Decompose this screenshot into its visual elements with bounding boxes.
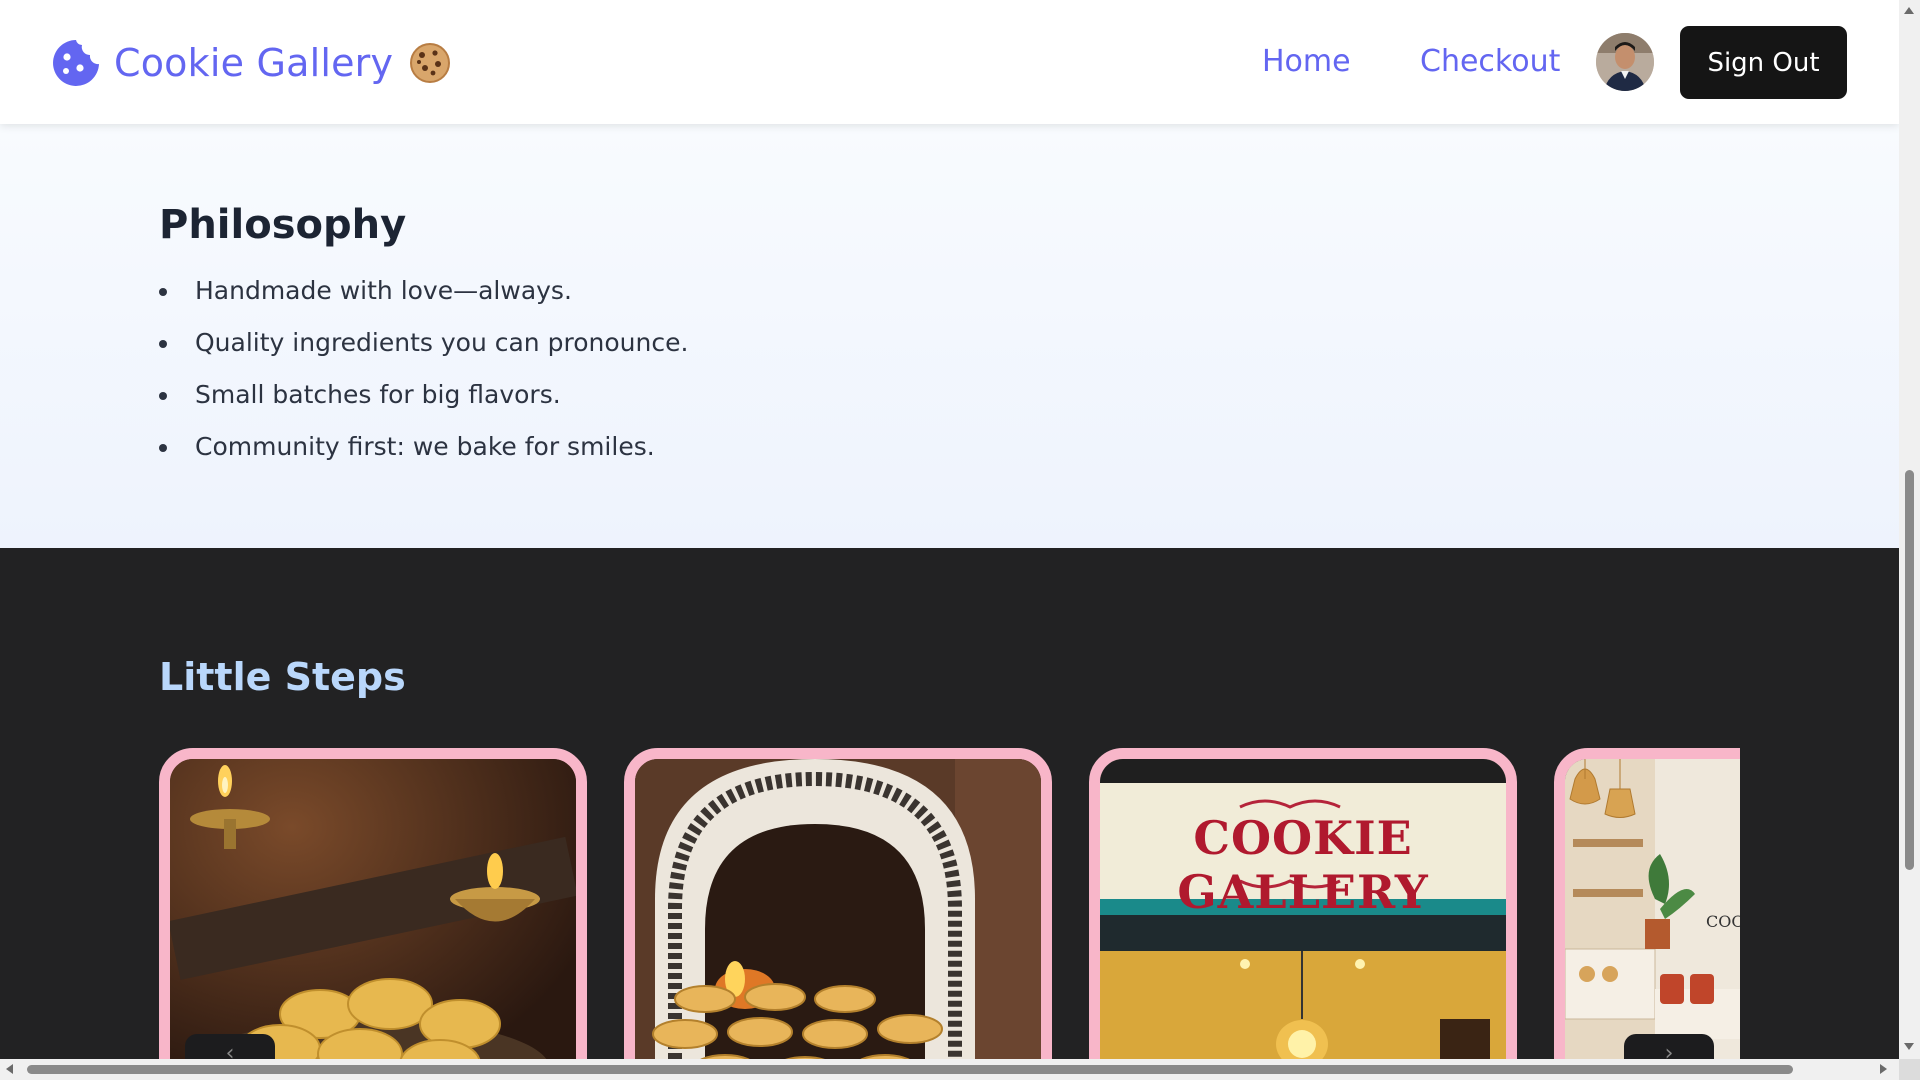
list-item-text: Quality ingredients you can pronounce. xyxy=(195,328,689,357)
list-item: Quality ingredients you can pronounce. xyxy=(159,328,688,380)
horizontal-scrollbar[interactable] xyxy=(0,1059,1899,1080)
storefront-sign-text: COOKIE GALLERY xyxy=(1177,811,1429,919)
list-item: Handmade with love—always. xyxy=(159,276,688,328)
step-card-bakery-interior[interactable]: COO xyxy=(1554,748,1740,1059)
scroll-up-arrow-icon[interactable] xyxy=(1904,7,1914,14)
list-item-text: Small batches for big flavors. xyxy=(195,380,561,409)
bakery-interior-image xyxy=(1565,759,1740,1059)
step-card-storefront[interactable]: COOKIE GALLERY xyxy=(1089,748,1517,1059)
list-item: Small batches for big flavors. xyxy=(159,380,688,432)
philosophy-title: Philosophy xyxy=(159,202,407,248)
carousel-prev-button[interactable]: ‹ xyxy=(185,1034,275,1059)
little-steps-title: Little Steps xyxy=(159,655,406,699)
sign-out-button[interactable]: Sign Out xyxy=(1680,26,1847,99)
chevron-right-icon: › xyxy=(1664,1041,1674,1059)
carousel-track[interactable]: COOKIE GALLERY CO xyxy=(159,748,1740,1059)
scrollbar-corner xyxy=(1899,1059,1920,1080)
little-steps-section: Little Steps COOKIE GALLERY CO xyxy=(0,548,1899,1059)
bullet-icon xyxy=(159,288,167,296)
step-card-cookies-diyas[interactable] xyxy=(159,748,587,1059)
philosophy-list: Handmade with love—always. Quality ingre… xyxy=(159,276,688,484)
vertical-scrollbar[interactable] xyxy=(1899,0,1920,1059)
cookie-emoji-icon xyxy=(409,42,451,84)
chevron-left-icon: ‹ xyxy=(225,1041,235,1059)
avatar[interactable] xyxy=(1596,33,1654,91)
horizontal-scrollbar-thumb[interactable] xyxy=(27,1065,1793,1074)
ornate-oven-image xyxy=(635,759,1041,1059)
philosophy-section: Philosophy Handmade with love—always. Qu… xyxy=(0,124,1899,548)
bullet-icon xyxy=(159,444,167,452)
brand-name: Cookie Gallery xyxy=(114,41,394,85)
interior-sign-text: COO xyxy=(1706,912,1740,931)
nav-checkout-link[interactable]: Checkout xyxy=(1420,44,1560,79)
scroll-left-arrow-icon[interactable] xyxy=(6,1064,13,1074)
cookie-icon xyxy=(50,37,102,89)
vertical-scrollbar-thumb[interactable] xyxy=(1905,470,1914,870)
top-navbar: Cookie Gallery Home Checkout Sign Out xyxy=(0,0,1899,124)
cookies-with-diyas-image xyxy=(170,759,576,1059)
bullet-icon xyxy=(159,340,167,348)
scroll-down-arrow-icon[interactable] xyxy=(1904,1043,1914,1050)
page-viewport: Cookie Gallery Home Checkout Sign Out Ph… xyxy=(0,0,1899,1059)
carousel-next-button[interactable]: › xyxy=(1624,1034,1714,1059)
step-card-oven[interactable] xyxy=(624,748,1052,1059)
list-item-text: Community first: we bake for smiles. xyxy=(195,432,655,461)
bullet-icon xyxy=(159,392,167,400)
list-item: Community first: we bake for smiles. xyxy=(159,432,688,484)
list-item-text: Handmade with love—always. xyxy=(195,276,572,305)
scroll-right-arrow-icon[interactable] xyxy=(1880,1064,1887,1074)
nav-home-link[interactable]: Home xyxy=(1262,44,1351,79)
brand[interactable]: Cookie Gallery xyxy=(50,36,451,90)
